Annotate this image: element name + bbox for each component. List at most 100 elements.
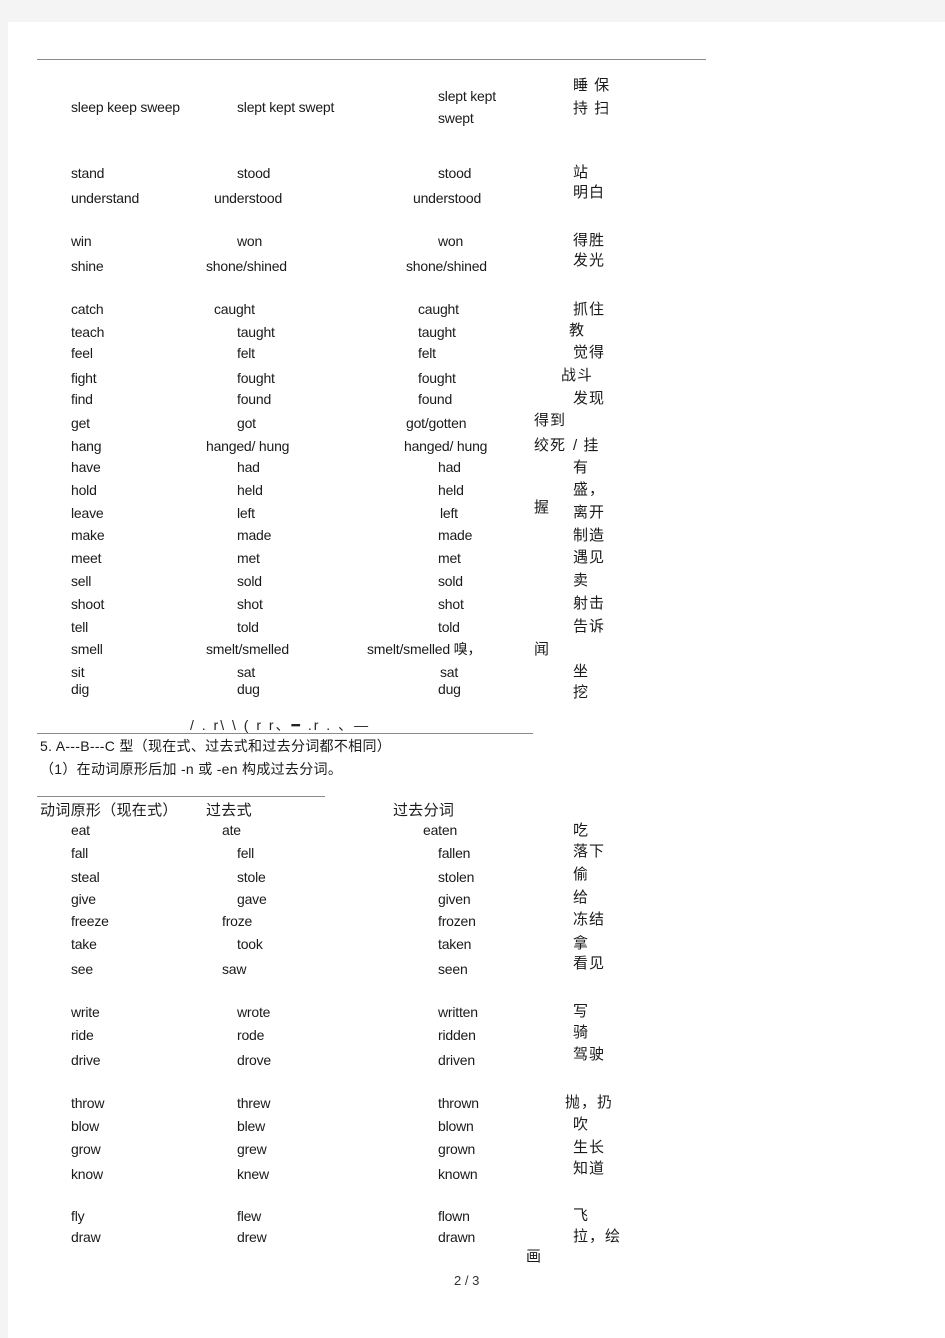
chinese-meaning: 拉，绘 [573, 1228, 622, 1245]
past-participle: blown [438, 1118, 474, 1134]
base-form: grow [71, 1141, 101, 1157]
base-form: meet [71, 550, 102, 566]
chinese-meaning: 明白 [573, 184, 606, 201]
chinese-meaning: 写 [573, 1003, 590, 1020]
past-participle: fallen [438, 845, 471, 861]
past-form: fell [237, 845, 255, 861]
past-form: sold [237, 573, 262, 589]
past-participle: taken [438, 936, 472, 952]
chinese-meaning: 教 [569, 322, 586, 339]
base-form: hold [71, 482, 97, 498]
section-heading: 5. A---B---C 型（现在式、过去式和过去分词都不相同） [40, 738, 392, 754]
chinese-meaning: 骑 [573, 1024, 590, 1041]
past-form: drew [237, 1229, 267, 1245]
past-form: made [237, 527, 272, 543]
base-form: feel [71, 345, 93, 361]
past-form: won [237, 233, 263, 249]
chinese-meaning: 得到 [534, 412, 567, 429]
past-form: shot [237, 596, 263, 612]
chinese-meaning: 卖 [573, 572, 590, 589]
past-form: got [237, 415, 256, 431]
past-participle: thrown [438, 1095, 479, 1111]
base-form: smell [71, 641, 103, 657]
past-form: stood [237, 165, 271, 181]
past-form: blew [237, 1118, 265, 1134]
base-form: fall [71, 845, 89, 861]
past-participle: known [438, 1166, 478, 1182]
chinese-meaning: 看见 [573, 955, 606, 972]
past-form: rode [237, 1027, 265, 1043]
chinese-meaning: 有 [573, 459, 590, 476]
past-form: dug [237, 681, 260, 697]
chinese-meaning: 抓住 [573, 301, 606, 318]
base-form: freeze [71, 913, 109, 929]
past-form: sat [237, 664, 256, 680]
past-form: held [237, 482, 263, 498]
past-form: shone/shined [206, 258, 287, 274]
past-participle: grown [438, 1141, 476, 1157]
document-page: sleep keep sweep slept kept swept slept … [8, 22, 945, 1338]
past-form: met [237, 550, 260, 566]
past-participle: smelt/smelled 嗅， [367, 641, 482, 657]
past-participle: met [438, 550, 461, 566]
past-form: hanged/ hung [206, 438, 290, 454]
past-participle: eaten [423, 822, 458, 838]
chinese-meaning: 告诉 [573, 618, 606, 635]
chinese-meaning: 站 [573, 164, 590, 181]
chinese-meaning: 驾驶 [573, 1046, 606, 1063]
past-form: understood [214, 190, 283, 206]
chinese-meaning: 战斗 [561, 367, 594, 384]
past-participle: understood [413, 190, 482, 206]
chinese-meaning: 离开 [573, 504, 606, 521]
past-participle: taught [418, 324, 456, 340]
base-form: get [71, 415, 90, 431]
chinese-meaning: 拿 [573, 935, 590, 952]
past-participle: written [438, 1004, 478, 1020]
past-form: grew [237, 1141, 267, 1157]
chinese-meaning: 闻 [534, 641, 551, 658]
column-header-pp: 过去分词 [393, 802, 455, 819]
base-form: write [71, 1004, 100, 1020]
past-participle: found [418, 391, 453, 407]
chinese-meaning: 持 扫 [573, 100, 611, 117]
chinese-meaning: 制造 [573, 527, 606, 544]
column-header-past: 过去式 [206, 802, 252, 819]
past-participle: dug [438, 681, 461, 697]
base-form: give [71, 891, 96, 907]
garbled-text: / . r\ \ ( r r、━ .r . 、— [190, 717, 371, 733]
chinese-meaning: 盛， [573, 481, 606, 498]
past-form: caught [214, 301, 255, 317]
past-participle: fought [418, 370, 456, 386]
past-participle: shone/shined [406, 258, 487, 274]
base-form: eat [71, 822, 90, 838]
past-participle: given [438, 891, 471, 907]
past-participle: stolen [438, 869, 475, 885]
chinese-meaning: 给 [573, 889, 590, 906]
chinese-meaning: 得胜 [573, 232, 606, 249]
chinese-meaning: 坐 [573, 663, 590, 680]
past-participle: hanged/ hung [404, 438, 488, 454]
past-participle: had [438, 459, 461, 475]
chinese-meaning: 吹 [573, 1116, 590, 1133]
base-form: drive [71, 1052, 101, 1068]
base-form: take [71, 936, 97, 952]
past-form: smelt/smelled [206, 641, 289, 657]
base-form: catch [71, 301, 104, 317]
page-number: 2 / 3 [454, 1273, 480, 1288]
past-participle: driven [438, 1052, 475, 1068]
chinese-meaning: 握 [534, 499, 551, 516]
base-form: shine [71, 258, 104, 274]
base-form: draw [71, 1229, 101, 1245]
past-participle: drawn [438, 1229, 476, 1245]
base-form: steal [71, 869, 100, 885]
base-form: know [71, 1166, 103, 1182]
past-form: threw [237, 1095, 271, 1111]
past-participle: seen [438, 961, 468, 977]
past-participle: slept kept [438, 88, 496, 104]
base-form: hang [71, 438, 102, 454]
past-participle: frozen [438, 913, 476, 929]
base-form: fight [71, 370, 97, 386]
section-subheading: （1）在动词原形后加 -n 或 -en 构成过去分词。 [40, 761, 343, 777]
base-form: tell [71, 619, 89, 635]
past-participle: shot [438, 596, 464, 612]
